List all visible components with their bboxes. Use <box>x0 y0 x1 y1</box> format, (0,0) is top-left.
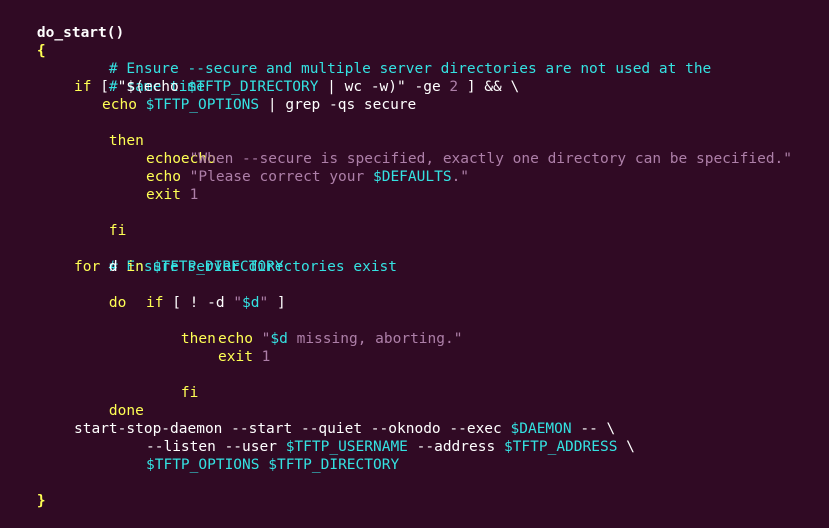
code-line-7: then <box>74 114 144 149</box>
number-literal: 1 <box>189 187 199 203</box>
code-line-24: start-stop-daemon --start --quiet --okno… <box>74 420 615 438</box>
code-line-18: then <box>146 312 216 347</box>
keyword-echo: echo <box>102 97 137 113</box>
code-line-19: echo "$d missing, aborting." <box>218 330 462 348</box>
variable: $TFTP_ADDRESS <box>503 439 618 455</box>
code-line-11: exit 1 <box>146 186 198 204</box>
code-text: d <box>100 259 127 275</box>
code-line-17: if [ ! -d "$d" ] <box>146 294 286 312</box>
keyword-fi: fi <box>180 385 199 401</box>
string-literal: "When --secure is specified, exactly one… <box>189 151 793 167</box>
code-line-25: --listen --user $TFTP_USERNAME --address… <box>146 438 635 456</box>
code-line-20: exit 1 <box>218 348 270 366</box>
variable: $TFTP_DIRECTORY <box>152 259 284 275</box>
function-name: do_start() <box>36 25 125 41</box>
code-line-15: for d in $TFTP_DIRECTORY <box>74 258 284 276</box>
code-text: \ <box>617 439 635 455</box>
code-line-22: done <box>74 384 144 419</box>
keyword-echo: echo <box>218 331 253 347</box>
variable: $TFTP_USERNAME <box>285 439 408 455</box>
code-text: ] && \ <box>458 79 520 95</box>
terminal-editor-view[interactable]: do_start() { # Ensure --secure and multi… <box>0 0 829 509</box>
string-quote: " <box>233 295 243 311</box>
keyword-then: then <box>180 331 216 347</box>
variable: $TFTP_DIRECTORY <box>268 457 400 473</box>
keyword-done: done <box>108 403 144 419</box>
keyword-echo: echo <box>146 169 181 185</box>
code-text: --listen --user <box>146 439 286 455</box>
code-line-3: # Ensure --secure and multiple server di… <box>74 42 711 77</box>
keyword-do: do <box>108 295 127 311</box>
code-line-9: echo "When --secure is specified, exactl… <box>146 150 792 168</box>
code-text: [ "$(echo <box>91 79 188 95</box>
keyword-exit: exit <box>146 187 181 203</box>
variable: $DEFAULTS <box>372 169 452 185</box>
close-brace: } <box>36 493 46 509</box>
string-quote: " <box>259 295 269 311</box>
variable: $d <box>242 295 260 311</box>
keyword-if: if <box>74 79 92 95</box>
keyword-exit: exit <box>218 349 253 365</box>
code-text: start-stop-daemon --start --quiet --okno… <box>74 421 511 437</box>
open-brace: { <box>36 43 46 59</box>
code-text: --address <box>407 439 504 455</box>
code-line-26: $TFTP_OPTIONS $TFTP_DIRECTORY <box>146 456 399 474</box>
string-literal: "Please correct your <box>189 169 373 185</box>
code-line-21: fi <box>146 366 198 401</box>
string-literal: missing, aborting." <box>287 331 463 347</box>
code-text: | grep -qs secure <box>259 97 417 113</box>
code-text: ] <box>268 295 286 311</box>
variable: $DAEMON <box>510 421 572 437</box>
code-text: [ ! -d <box>163 295 234 311</box>
code-line-27: } <box>2 474 46 509</box>
variable: $TFTP_OPTIONS <box>146 457 260 473</box>
keyword-echo: echo <box>146 151 181 167</box>
code-line-8: echo <box>146 132 216 167</box>
code-line-10: echo "Please correct your $DEFAULTS." <box>146 168 469 186</box>
variable: $TFTP_DIRECTORY <box>187 79 319 95</box>
code-line-2: { <box>2 24 46 59</box>
code-line-5: if [ "$(echo $TFTP_DIRECTORY | wc -w)" -… <box>74 78 519 96</box>
keyword-in: in <box>126 259 144 275</box>
keyword-then: then <box>108 133 144 149</box>
keyword-fi: fi <box>108 223 127 239</box>
keyword-if: if <box>146 295 164 311</box>
number-literal: 2 <box>449 79 459 95</box>
code-line-6: echo $TFTP_OPTIONS | grep -qs secure <box>102 96 416 114</box>
string-literal: ." <box>451 169 470 185</box>
variable: $d <box>270 331 288 347</box>
code-line-14: # Ensure server directories exist <box>74 240 397 275</box>
variable: $TFTP_OPTIONS <box>145 97 260 113</box>
code-line-12: fi <box>74 204 126 239</box>
keyword-for: for <box>74 259 101 275</box>
code-text: | wc -w)" -ge <box>318 79 450 95</box>
code-text: -- \ <box>571 421 616 437</box>
code-line-4: # same time <box>74 60 205 95</box>
code-line-16: do <box>74 276 126 311</box>
number-literal: 1 <box>261 349 271 365</box>
code-line-1: do_start() <box>2 6 124 41</box>
